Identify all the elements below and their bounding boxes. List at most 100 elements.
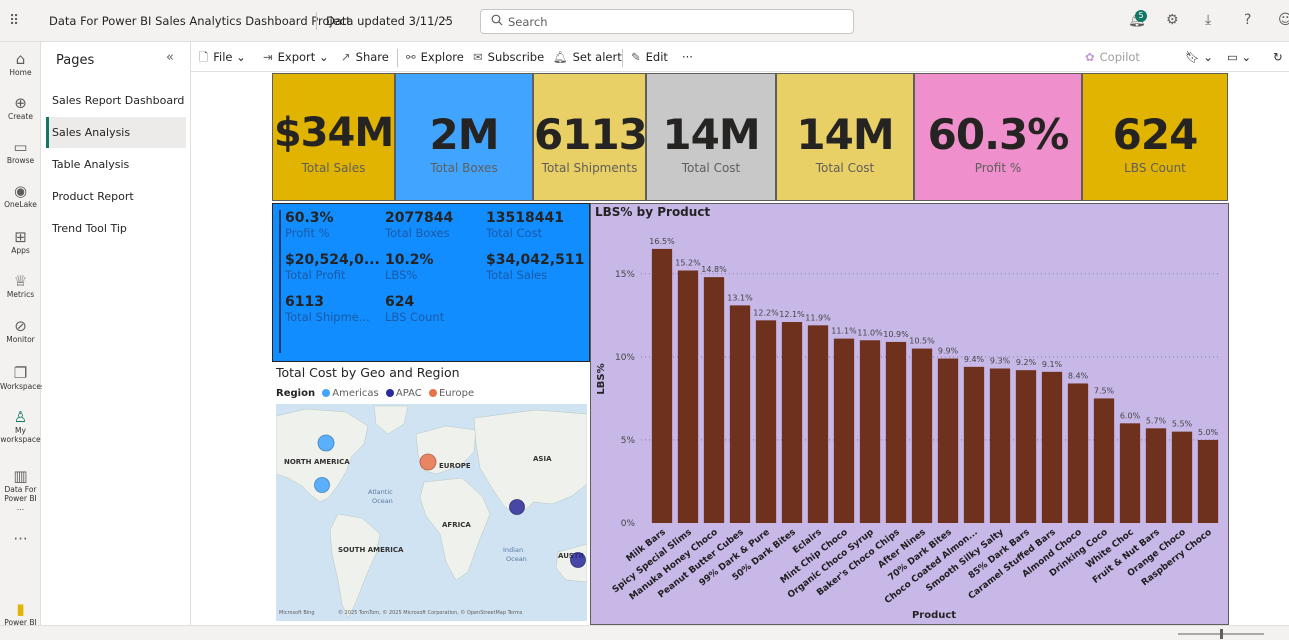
bar [859,340,881,523]
page-item[interactable]: Product Report [46,181,186,212]
more-options-button[interactable]: ··· [682,50,693,64]
chevron-down-icon[interactable]: ⌄ [442,13,450,24]
legend-item[interactable]: Europe [439,388,474,399]
share-button[interactable]: ↗ Share [341,50,389,64]
apac-bubble[interactable] [509,499,525,515]
data-label: 13.1% [727,293,753,302]
report-toolbar: 🗋︎ File ⌄ ⇥ Export ⌄ ↗ Share ⚯ Explore ✉︎ Sub… [191,42,1289,72]
europe-bubble[interactable] [419,453,437,471]
bing-logo: Microsoft Bing [279,610,315,616]
legend-dot [385,389,394,397]
account-icon[interactable]: ☺ [1278,12,1289,28]
explore-icon: ⚯ [406,50,416,64]
page-item[interactable]: Table Analysis [46,149,186,180]
kpi-value: 14M [662,110,760,159]
bar [963,366,985,523]
zoom-slider[interactable] [1178,629,1278,639]
kpi-label: Profit % [974,161,1022,175]
kpi-card[interactable]: 14M Total Cost [646,73,776,201]
rail-onelake[interactable]: ◉ OneLake [0,182,41,209]
kpi-card[interactable]: 624 LBS Count [1082,73,1228,201]
refresh-icon[interactable]: ↻ [1273,50,1283,64]
rail-metrics[interactable]: ♕ Metrics [0,272,41,299]
metric-total-profit: $20,524,0... Total Profit [285,252,380,282]
kpi-value: 14M [796,110,894,159]
kpi-card[interactable]: 2M Total Boxes [395,73,533,201]
y-tick-label: 10% [615,353,635,363]
kpi-label: Total Boxes [430,161,498,175]
kpi-card[interactable]: $34M Total Sales [272,73,395,201]
edit-button[interactable]: ✎ Edit [631,50,668,64]
rail-home[interactable]: ⌂ Home [0,50,41,77]
help-icon[interactable]: ? [1244,12,1251,28]
lbs-by-product-chart[interactable]: LBS% by Product 0% 5% 10% 15% LBS% 16.5% Milk B… [590,203,1229,625]
app-launcher-icon[interactable]: ⠿ [9,14,23,28]
export-menu[interactable]: ⇥ Export ⌄ [263,50,329,64]
collapse-pane-icon[interactable]: « [166,50,174,65]
set-alert-button[interactable]: 🔔︎ Set alert [553,50,622,64]
apac-bubble[interactable] [570,552,586,568]
data-label: 9.3% [990,357,1011,366]
page-item-active[interactable]: Sales Analysis [46,117,186,148]
kpi-card[interactable]: 60.3% Profit % [914,73,1082,201]
metric-lbs-pct: 10.2% LBS% [385,252,434,282]
report-title[interactable]: Data For Power BI Sales Analytics Dashbo… [49,14,351,28]
rail-apps[interactable]: ⊞ Apps [0,228,41,255]
copilot-button[interactable]: ✿ Copilot [1085,50,1140,64]
bar [781,322,803,523]
multi-row-card[interactable]: 60.3% Profit % 2077844 Total Boxes 1351844… [272,203,590,362]
pages-title: Pages [56,53,95,68]
map-label: ASIA [533,455,552,463]
bar [1145,428,1167,523]
search-input[interactable]: Search [508,15,548,29]
subscribe-button[interactable]: ✉︎ Subscribe [473,50,544,64]
rail-current-report[interactable]: ▥ Data For Power BI ... [0,467,41,512]
bar [1119,423,1141,523]
rail-more[interactable]: ··· [0,530,41,548]
data-label: 10.5% [909,337,935,346]
map-label: AFRICA [442,521,471,529]
bar [703,277,725,523]
kpi-value: 2M [429,110,499,159]
data-label: 12.2% [753,308,779,317]
map-attribution[interactable]: © 2025 TomTom, © 2025 Microsoft Corporat… [338,609,523,616]
page-item[interactable]: Sales Report Dashboard [46,85,186,116]
page-item[interactable]: Trend Tool Tip [46,213,186,244]
world-map[interactable]: NORTH AMERICA EUROPEASIAAtlanticOceanAFRI… [276,404,587,621]
search-box[interactable]: Search [480,9,854,34]
rail-create[interactable]: ⊕ Create [0,94,41,121]
kpi-card[interactable]: 6113 Total Shipments [533,73,648,201]
view-icon[interactable]: ▭ ⌄ [1227,50,1251,64]
metric-profit-pct: 60.3% Profit % [285,210,334,240]
bar [1041,371,1063,523]
bar [729,305,751,523]
settings-icon[interactable]: ⚙︎ [1166,12,1179,28]
metrics-icon: ♕ [13,272,28,290]
data-label: 10.9% [883,330,909,339]
rail-browse[interactable]: ▭ Browse [0,138,41,165]
americas-bubble[interactable] [314,477,330,493]
legend-item[interactable]: APAC [396,388,422,399]
rail-my-workspace[interactable]: ♙ My workspace [0,408,41,444]
bar [911,348,933,523]
map-label: Atlantic [368,488,393,496]
bookmark-icon[interactable]: 🔖︎ ⌄ [1185,50,1213,64]
rail-powerbi[interactable]: ▮ Power BI [0,600,41,627]
download-icon[interactable]: ⤓ [1205,12,1211,28]
legend-dot [428,389,437,397]
share-icon: ↗ [341,50,351,64]
bar [1067,383,1089,523]
kpi-card[interactable]: 14M Total Cost [776,73,914,201]
rail-monitor[interactable]: ⊘ Monitor [0,317,41,344]
americas-bubble[interactable] [317,434,335,452]
file-menu[interactable]: 🗋︎ File ⌄ [199,50,246,69]
kpi-value: 60.3% [927,110,1070,159]
rail-workspaces[interactable]: ❐ Workspaces [0,364,45,391]
map-label: Ocean [372,497,393,505]
map-label: Ocean [506,555,527,563]
data-label: 12.1% [779,310,805,319]
legend-item[interactable]: Americas [332,388,378,399]
explore-button[interactable]: ⚯ Explore [406,50,464,64]
data-updated-label[interactable]: Data updated 3/11/25 [326,14,453,28]
bar [937,358,959,523]
